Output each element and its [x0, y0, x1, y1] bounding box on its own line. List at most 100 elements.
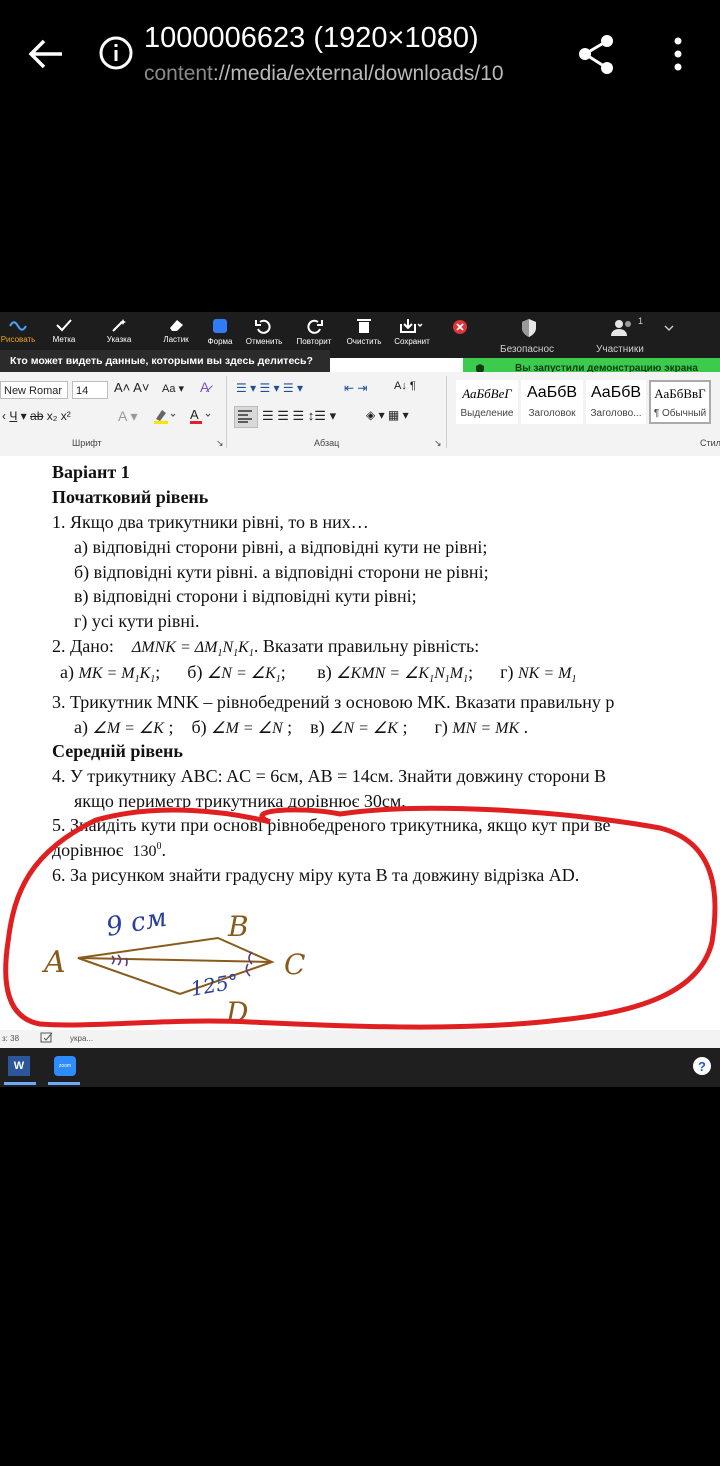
undo-label: Отменить [245, 337, 283, 346]
text-effects-icon[interactable]: A ▾ [118, 408, 137, 425]
square-shape-icon [213, 319, 227, 333]
style-heading1[interactable]: АаБбВ Заголовок [521, 380, 583, 424]
security-label: Безопаснос [500, 344, 554, 355]
checkmark-icon [56, 319, 72, 332]
svg-text:A: A [190, 407, 199, 422]
style-emphasis[interactable]: АаБбВеГ Выделение [456, 380, 518, 424]
indent-icon[interactable]: ⇤ ⇥ [344, 381, 367, 395]
align-left-icon [238, 410, 252, 423]
bullets-icon[interactable]: ☰ ▾ ☰ ▾ ☰ ▾ [236, 381, 303, 395]
question-3-options: а) ∠M = ∠K ; б) ∠M = ∠N ; в) ∠N = ∠K ; г… [74, 717, 529, 737]
change-case-icon[interactable]: Aa ▾ [162, 382, 184, 395]
eraser-icon [170, 320, 183, 331]
style-normal[interactable]: АаБбВвГ ¶ Обычный [649, 380, 711, 424]
file-title: 1000006623 (1920×1080) [144, 22, 479, 54]
undo-tool[interactable]: Отменить [236, 316, 292, 346]
style-preview: АаБбВ [526, 384, 578, 401]
participants-label: Участники [596, 344, 644, 355]
word-active-indicator [4, 1082, 36, 1085]
word-ribbon: New Romar 14 A˄ A˅ Aa ▾ A̷ ‹ Ч ▾ ab x₂ x… [0, 372, 720, 457]
level2-heading: Середній рівень [52, 741, 183, 761]
font-name-select[interactable]: New Romar [0, 381, 68, 399]
align-buttons-icon[interactable]: ☰ ☰ ☰ ↕☰ ▾ [262, 408, 336, 424]
grow-font-icon[interactable]: A˄ A˅ [114, 380, 149, 395]
stamp-tool[interactable]: Метка [36, 316, 92, 344]
question-2-formula: ΔMNK = ΔM1N1K1 [131, 639, 254, 660]
sort-icon[interactable]: А↓ ¶ [394, 380, 416, 392]
paragraph-group-label: Абзац [314, 438, 340, 448]
help-icon[interactable]: ? [692, 1056, 712, 1081]
style-name: Заголово... [590, 408, 642, 419]
ribbon-divider [226, 376, 227, 448]
windows-taskbar: W zoom ? [0, 1048, 720, 1087]
style-preview: АаБбВвГ [654, 386, 706, 401]
save-tool[interactable]: Сохранит [384, 316, 440, 346]
participants-chevron-icon[interactable] [664, 320, 674, 338]
pointer-label: Указка [106, 335, 132, 344]
word-taskbar-icon[interactable]: W [8, 1056, 30, 1076]
back-arrow-icon[interactable] [22, 30, 70, 78]
paragraph-dialog-launcher-icon[interactable]: ↘ [434, 438, 442, 449]
style-name: Заголовок [528, 408, 576, 419]
question-4: 4. У трикутнику ABC: AC = 6см, AB = 14см… [52, 766, 607, 786]
save-label: Сохранит [394, 337, 430, 346]
style-name: ¶ Обычный [653, 408, 707, 419]
more-options-icon[interactable] [660, 30, 696, 78]
style-name: Выделение [460, 408, 514, 419]
redo-tool[interactable]: Повторит [286, 316, 342, 346]
variant-heading: Варіант 1 [52, 462, 130, 482]
underline-icon[interactable]: ‹ Ч ▾ ab x₂ x² [2, 409, 71, 423]
file-uri: content://media/external/downloads/10 [144, 62, 536, 86]
align-left-button[interactable] [234, 406, 258, 428]
undo-icon [255, 319, 271, 334]
red-annotation-circle [3, 805, 718, 1030]
shading-icon[interactable]: ◈ ▾ ▦ ▾ [366, 408, 409, 422]
redo-label: Повторит [296, 337, 332, 346]
status-page: з: 38 [2, 1034, 20, 1043]
info-icon[interactable] [96, 30, 138, 76]
clear-formatting-icon[interactable]: A̷ [200, 379, 209, 395]
question-1-option-a: а) відповідні сторони рівні, а відповідн… [74, 537, 488, 557]
styles-group-label: Стил [700, 438, 720, 448]
word-status-bar: з: 38 укра... [0, 1030, 720, 1048]
question-1: 1. Якщо два трикутники рівні, то в них… [52, 512, 369, 532]
zoom-meeting-controls: Безопаснос 1 Участники [468, 312, 720, 358]
style-heading2[interactable]: АаБбВ Заголово... [586, 380, 646, 424]
participants-icon[interactable] [610, 318, 636, 343]
wave-pen-icon [9, 321, 27, 331]
ribbon-divider [446, 376, 447, 448]
font-dialog-launcher-icon[interactable]: ↘ [216, 438, 224, 449]
style-preview: АаБбВ [590, 384, 642, 401]
pointer-tool[interactable]: Указка [91, 316, 147, 344]
question-1-option-c: в) відповідні сторони і відповідні кути … [74, 586, 417, 606]
share-icon[interactable] [574, 30, 620, 78]
uri-scheme: content [144, 62, 213, 85]
trash-icon [357, 319, 371, 333]
question-3: 3. Трикутник MNK – рівнобедрений з основ… [52, 692, 615, 712]
close-annotation-icon[interactable] [452, 319, 468, 340]
highlight-icon[interactable] [152, 407, 178, 428]
share-privacy-tip[interactable]: Кто может видеть данные, которыми вы зде… [0, 350, 330, 372]
question-2-suffix: . Вказати правильну рівність: [253, 636, 480, 656]
font-color-icon[interactable]: A [188, 407, 214, 428]
redo-icon [307, 319, 323, 334]
svg-text:?: ? [698, 1059, 706, 1074]
screenshot-image: Рисовать Метка Указка Ластик Форма Отмен… [0, 312, 720, 1087]
viewer-top-bar: 1000006623 (1920×1080) content://media/e… [0, 0, 720, 110]
proofing-icon[interactable] [40, 1032, 54, 1046]
question-1-option-b: б) відповідні кути рівні. а відповідні с… [74, 562, 489, 582]
font-size-select[interactable]: 14 [72, 381, 108, 399]
participants-count: 1 [638, 316, 644, 326]
spotlight-wand-icon [112, 319, 126, 332]
uri-path: ://media/external/downloads/10 [212, 62, 504, 85]
question-1-option-d: г) усі кути рівні. [74, 611, 200, 631]
shield-icon[interactable] [520, 318, 538, 343]
stamp-label: Метка [52, 335, 76, 344]
question-2: 2. Дано: ΔMNK = ΔM1N1K1. Вказати правиль… [52, 636, 479, 659]
zoom-active-indicator [48, 1082, 80, 1085]
save-download-icon [400, 319, 423, 333]
font-group-label: Шрифт [72, 438, 102, 448]
zoom-taskbar-icon[interactable]: zoom [54, 1056, 76, 1076]
question-2-prefix: 2. Дано: [52, 636, 114, 656]
status-language: укра... [70, 1034, 94, 1043]
